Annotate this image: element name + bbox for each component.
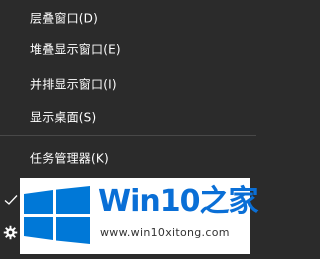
menu-item-label: 并排显示窗口(I) [30,77,117,92]
check-icon [4,195,18,205]
windows-logo-icon [24,186,90,244]
taskbar-context-menu: 层叠窗口(D) 堆叠显示窗口(E) 并排显示窗口(I) 显示桌面(S) 任务管理… [0,0,258,259]
menu-item-stack-windows[interactable]: 堆叠显示窗口(E) [0,33,256,65]
watermark-url: www.win10xitong.com [100,226,230,239]
menu-item-task-manager[interactable]: 任务管理器(K) [0,142,256,174]
menu-item-label: 显示桌面(S) [30,110,97,125]
watermark-banner: Win10之家 www.win10xitong.com [20,178,258,254]
menu-item-cascade-windows[interactable]: 层叠窗口(D) [0,2,256,34]
menu-item-label: 层叠窗口(D) [30,11,99,26]
watermark-title: Win10之家 [98,184,258,219]
gear-icon[interactable] [3,225,18,240]
menu-item-side-by-side-windows[interactable]: 并排显示窗口(I) [0,68,256,100]
menu-item-label: 堆叠显示窗口(E) [30,42,121,57]
menu-item-show-desktop[interactable]: 显示桌面(S) [0,101,256,133]
menu-item-label: 任务管理器(K) [30,151,109,166]
menu-separator [0,135,256,136]
